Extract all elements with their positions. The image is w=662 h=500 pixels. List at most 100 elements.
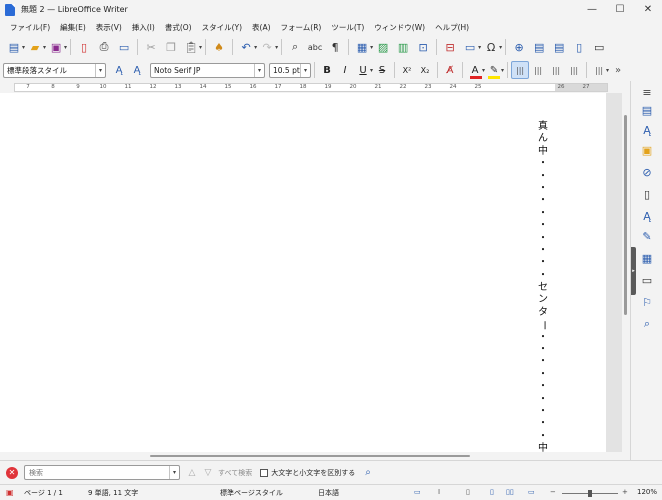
insert-bookmark-button[interactable]: ▯ <box>569 37 589 57</box>
redo-button[interactable]: ↷ <box>257 37 277 57</box>
insert-chart-button[interactable]: ▥ <box>393 37 413 57</box>
superscript-button[interactable]: X² <box>398 61 416 79</box>
update-style-button[interactable]: Ą <box>110 61 128 79</box>
page-style[interactable]: 標準ページスタイル <box>220 488 283 498</box>
insert-mode-icon[interactable]: ▭ <box>414 488 421 496</box>
match-case-checkbox[interactable] <box>260 468 269 477</box>
properties-icon[interactable]: ▤ <box>640 103 654 117</box>
zoom-slider-handle[interactable] <box>588 490 592 497</box>
menu-tools[interactable]: ツール(T) <box>326 22 369 33</box>
formatting-marks-button[interactable]: ¶ <box>325 37 345 57</box>
find-next-icon[interactable]: ▽ <box>200 468 216 478</box>
insert-field-button[interactable]: ▭ <box>460 37 480 57</box>
insert-page-break-button[interactable]: ⊟ <box>440 37 460 57</box>
vertical-scroll-thumb[interactable] <box>624 115 627 315</box>
more-options-button[interactable]: » <box>609 61 627 79</box>
font-name-combo[interactable]: Noto Serif JP ▾ <box>150 62 265 78</box>
horizontal-scroll-thumb[interactable] <box>150 455 470 457</box>
style-inspector-icon[interactable]: Ą <box>640 209 654 223</box>
styles-icon[interactable]: Ą <box>640 123 654 137</box>
paste-button[interactable]: 📋︎ <box>181 37 201 57</box>
close-find-bar-icon[interactable]: ✕ <box>6 466 18 479</box>
new-style-button[interactable]: Ą <box>128 61 146 79</box>
manage-changes-icon[interactable]: ✎ <box>640 229 654 243</box>
undo-button[interactable]: ↶ <box>236 37 256 57</box>
find-replace-dialog-icon[interactable]: ⌕ <box>365 467 371 478</box>
sidebar-menu-icon[interactable]: ≡ <box>640 85 654 99</box>
insert-endnote-button[interactable]: ▤ <box>549 37 569 57</box>
vertical-text-body[interactable]: 真ん中・・・・・・・・・・センター・・・・・・・・・中央 <box>536 121 550 460</box>
comments-icon[interactable]: ▭ <box>640 273 654 287</box>
zoom-in-icon[interactable]: + <box>622 488 628 496</box>
open-button[interactable]: ▰ <box>25 37 45 57</box>
language[interactable]: 日本語 <box>318 488 339 498</box>
search-input[interactable]: 検索 ▾ <box>24 465 180 480</box>
design-icon[interactable]: ▦ <box>640 251 654 265</box>
insert-table-button[interactable]: ▦ <box>352 37 372 57</box>
find-previous-icon[interactable]: △ <box>184 468 200 478</box>
highlight-dropdown-icon[interactable]: ▾ <box>501 67 504 74</box>
menu-view[interactable]: 表示(V) <box>91 22 127 33</box>
navigator-icon[interactable]: ⊘ <box>640 165 654 179</box>
gallery-icon[interactable]: ▣ <box>640 143 654 157</box>
insert-special-character-button[interactable]: Ω <box>481 37 501 57</box>
chevron-down-icon[interactable]: ▾ <box>300 63 310 77</box>
italic-button[interactable]: I <box>336 61 354 79</box>
print-button[interactable]: ⎙ <box>94 37 114 57</box>
chevron-down-icon[interactable]: ▾ <box>254 63 264 77</box>
clone-formatting-button[interactable]: ♠ <box>209 37 229 57</box>
book-view-icon[interactable]: ▭ <box>528 488 535 496</box>
new-document-button[interactable]: ▤ <box>4 37 24 57</box>
accessibility-check-icon[interactable]: ⚐ <box>640 295 654 309</box>
vertical-scrollbar[interactable] <box>622 93 630 460</box>
insert-textbox-button[interactable]: ⊡ <box>413 37 433 57</box>
zoom-level[interactable]: 120% <box>637 488 657 496</box>
menu-edit[interactable]: 編集(E) <box>55 22 91 33</box>
cut-button[interactable]: ✂ <box>141 37 161 57</box>
copy-button[interactable]: ❐ <box>161 37 181 57</box>
align-bottom-button[interactable]: ||| <box>547 61 565 79</box>
export-pdf-button[interactable]: ▯ <box>74 37 94 57</box>
font-size-combo[interactable]: 10.5 pt ▾ <box>269 62 311 78</box>
page-icon[interactable]: ▯ <box>640 187 654 201</box>
print-preview-button[interactable]: ▭ <box>114 37 134 57</box>
insert-footnote-button[interactable]: ▤ <box>529 37 549 57</box>
spelling-button[interactable]: abc <box>305 37 325 57</box>
word-count[interactable]: 9 単語, 11 文字 <box>88 488 138 498</box>
single-page-view-icon[interactable]: ▯ <box>490 488 494 496</box>
menu-table[interactable]: 表(A) <box>247 22 275 33</box>
menu-help[interactable]: ヘルプ(H) <box>430 22 474 33</box>
horizontal-ruler[interactable]: 7 8 9 10 11 12 13 14 15 16 17 18 19 20 2… <box>14 83 608 92</box>
menu-form[interactable]: フォーム(R) <box>276 22 327 33</box>
menu-styles[interactable]: スタイル(Y) <box>197 22 247 33</box>
save-button[interactable]: ▣ <box>46 37 66 57</box>
find-replace-button[interactable]: ⌕ <box>285 37 305 57</box>
page-number[interactable]: ページ 1 / 1 <box>24 488 63 498</box>
clear-formatting-button[interactable]: A̸ <box>441 61 459 79</box>
document-modified-icon[interactable]: ▣ <box>6 488 14 497</box>
insert-comment-button[interactable]: ▭ <box>589 37 609 57</box>
menu-insert[interactable]: 挿入(I) <box>127 22 160 33</box>
menu-file[interactable]: ファイル(F) <box>5 22 55 33</box>
subscript-button[interactable]: X₂ <box>416 61 434 79</box>
minimize-button[interactable]: — <box>578 0 606 19</box>
menu-window[interactable]: ウィンドウ(W) <box>369 22 430 33</box>
menu-format[interactable]: 書式(O) <box>160 22 197 33</box>
insert-hyperlink-button[interactable]: ⊕ <box>509 37 529 57</box>
chevron-down-icon[interactable]: ▾ <box>169 466 179 479</box>
insert-image-button[interactable]: ▨ <box>373 37 393 57</box>
horizontal-scrollbar[interactable] <box>0 452 630 460</box>
document-page[interactable]: 真ん中・・・・・・・・・・センター・・・・・・・・・中央 <box>0 93 606 460</box>
paragraph-style-combo[interactable]: 標準段落スタイル ▾ <box>3 62 106 78</box>
strikethrough-button[interactable]: S <box>373 61 391 79</box>
bold-button[interactable]: B <box>318 61 336 79</box>
multi-page-view-icon[interactable]: ▯▯ <box>506 488 514 496</box>
text-cursor-icon[interactable]: I <box>438 488 440 496</box>
find-icon[interactable]: ⌕ <box>640 317 654 331</box>
maximize-button[interactable]: ☐ <box>606 0 634 19</box>
align-top-button[interactable]: ||| <box>511 61 530 79</box>
find-all-button[interactable]: すべて検索 <box>218 468 252 478</box>
justify-button[interactable]: ||| <box>565 61 583 79</box>
close-button[interactable]: ✕ <box>634 0 662 19</box>
zoom-out-icon[interactable]: − <box>550 488 556 496</box>
